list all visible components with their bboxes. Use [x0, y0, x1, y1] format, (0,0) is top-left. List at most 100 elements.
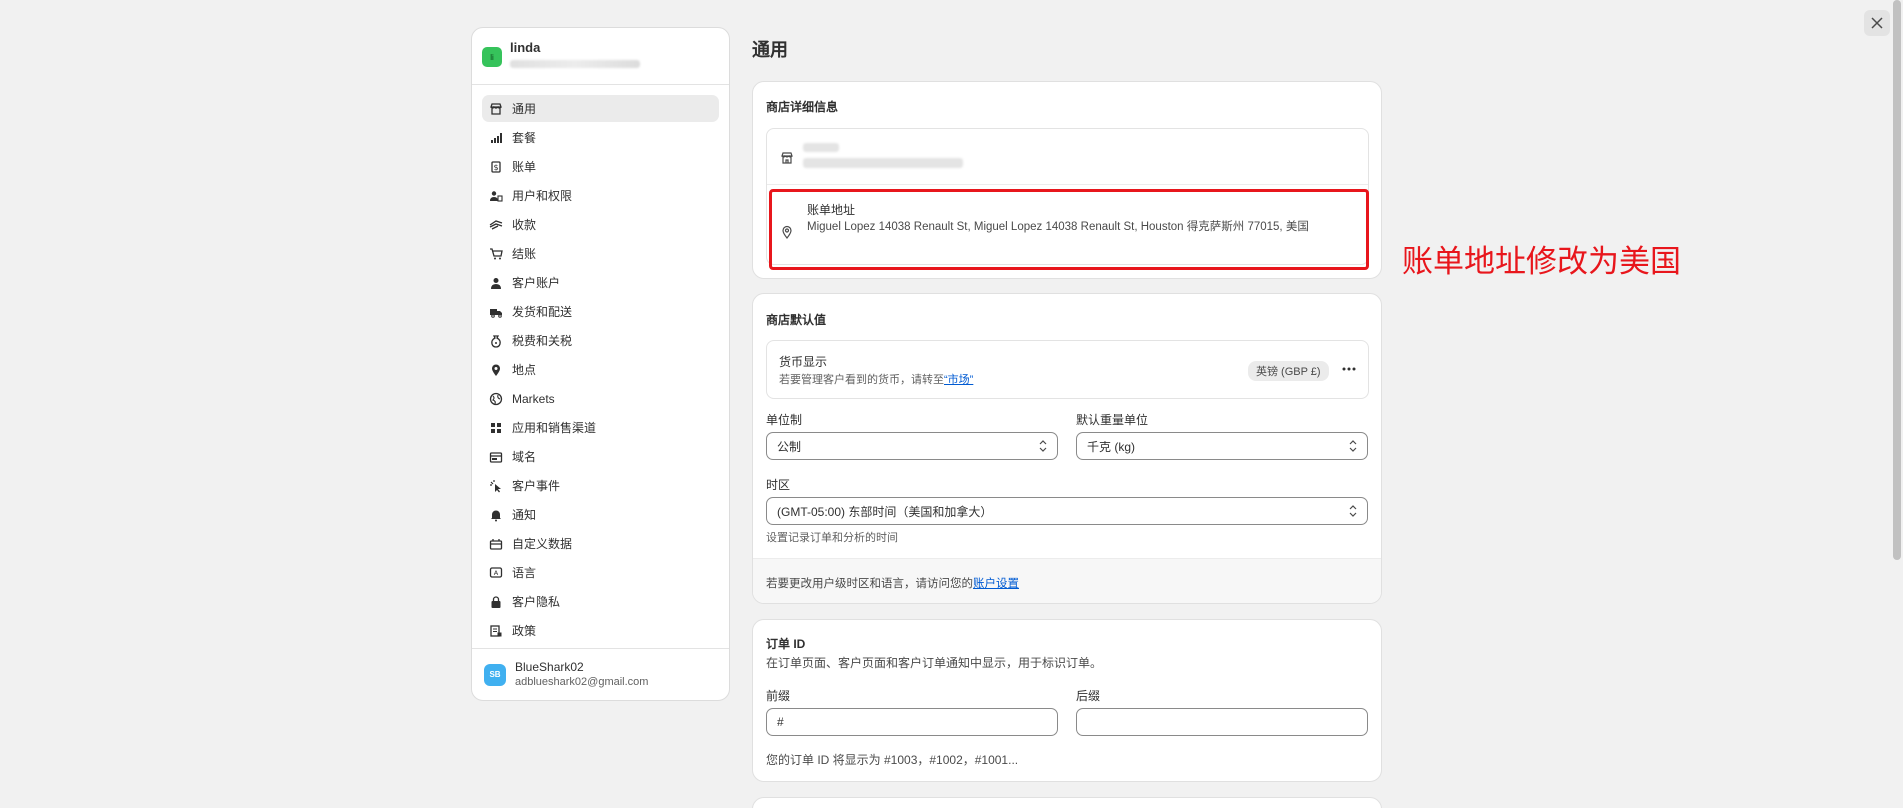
prefix-input[interactable]: # — [766, 708, 1058, 736]
sidebar-item-13[interactable]: 客户事件 — [482, 472, 719, 499]
sidebar-item-7[interactable]: 发货和配送 — [482, 298, 719, 325]
store-contact-redacted — [803, 158, 963, 168]
order-id-title: 订单 ID — [766, 637, 806, 651]
sidebar-item-label: 套餐 — [512, 131, 537, 145]
sidebar-item-14[interactable]: 通知 — [482, 501, 719, 528]
user-avatar: SB — [484, 663, 506, 686]
store-defaults-title: 商店默认值 — [766, 313, 827, 327]
markets-link[interactable]: “市场” — [944, 374, 973, 386]
user-name: BlueShark02 — [515, 660, 584, 674]
account-settings-hint: 若要更改用户级时区和语言，请访问您的账户设置 — [766, 575, 1019, 591]
timezone-value: (GMT-05:00) 东部时间（美国和加拿大） — [777, 504, 993, 519]
globe-icon — [488, 391, 504, 407]
order-id-preview: 您的订单 ID 将显示为 #1003，#1002，#1001... — [766, 753, 1019, 767]
sidebar-item-label: 账单 — [512, 160, 537, 174]
scrollbar[interactable] — [1893, 0, 1901, 560]
currency-display-hint: 若要管理客户看到的货币，请转至“市场” — [779, 371, 973, 387]
annotation-text: 账单地址修改为美国 — [1402, 244, 1681, 280]
cart-icon — [488, 246, 504, 262]
weight-unit-select[interactable]: 千克 (kg) — [1076, 432, 1368, 460]
select-chevron-icon — [1349, 505, 1357, 517]
select-chevron-icon — [1349, 440, 1357, 452]
account-settings-text: 若要更改用户级时区和语言，请访问您的 — [766, 578, 973, 590]
more-horizontal-icon — [1342, 367, 1356, 371]
sidebar-item-10[interactable]: Markets — [482, 385, 719, 412]
sidebar-item-12[interactable]: 域名 — [482, 443, 719, 470]
lock-icon — [488, 594, 504, 610]
timezone-hint: 设置记录订单和分析的时间 — [766, 532, 898, 544]
payments-icon — [488, 217, 504, 233]
user-email: adblueshark02@gmail.com — [515, 676, 649, 688]
sidebar-item-label: 结账 — [512, 247, 537, 261]
sidebar-item-label: 通用 — [512, 102, 537, 116]
currency-display-box: 货币显示 若要管理客户看到的货币，请转至“市场” 英镑 (GBP £) — [766, 340, 1369, 399]
close-icon — [1871, 17, 1883, 29]
sidebar-item-label: Markets — [512, 391, 555, 406]
currency-badge: 英镑 (GBP £) — [1248, 361, 1329, 381]
unit-system-select[interactable]: 公制 — [766, 432, 1058, 460]
sidebar-item-label: 用户和权限 — [512, 189, 573, 203]
sidebar-item-label: 语言 — [512, 566, 537, 580]
unit-system-label: 单位制 — [766, 413, 803, 427]
sidebar-item-15[interactable]: 自定义数据 — [482, 530, 719, 557]
select-chevron-icon — [1039, 440, 1047, 452]
next-card — [752, 797, 1382, 808]
sidebar-item-label: 税费和关税 — [512, 334, 573, 348]
sidebar-item-6[interactable]: 客户账户 — [482, 269, 719, 296]
sidebar-item-label: 客户隐私 — [512, 595, 561, 609]
language-icon: A — [488, 565, 504, 581]
person-icon — [488, 275, 504, 291]
store-defaults-footer: 若要更改用户级时区和语言，请访问您的账户设置 — [753, 558, 1381, 603]
sidebar-item-2[interactable]: $ 账单 — [482, 153, 719, 180]
sidebar-item-11[interactable]: 应用和销售渠道 — [482, 414, 719, 441]
more-actions-button[interactable] — [1339, 359, 1359, 379]
user-profile[interactable]: SB BlueShark02 adblueshark02@gmail.com — [472, 648, 729, 700]
cursor-icon — [488, 478, 504, 494]
domain-icon — [488, 449, 504, 465]
sidebar-item-label: 政策 — [512, 624, 537, 638]
store-defaults-card: 商店默认值 货币显示 若要管理客户看到的货币，请转至“市场” 英镑 (GBP £… — [752, 293, 1382, 604]
sidebar-item-0[interactable]: 通用 — [482, 95, 719, 122]
sidebar-item-label: 客户事件 — [512, 479, 561, 493]
currency-display-label: 货币显示 — [779, 355, 828, 369]
sidebar-item-9[interactable]: 地点 — [482, 356, 719, 383]
store-avatar: li — [482, 47, 502, 67]
highlight-box — [769, 189, 1369, 270]
policy-icon — [488, 623, 504, 639]
prefix-label: 前缀 — [766, 689, 791, 703]
suffix-input[interactable] — [1076, 708, 1368, 736]
sidebar-item-17[interactable]: 客户隐私 — [482, 588, 719, 615]
sidebar-item-18[interactable]: 政策 — [482, 617, 719, 644]
account-settings-link[interactable]: 账户设置 — [973, 578, 1019, 590]
sidebar-item-8[interactable]: 税费和关税 — [482, 327, 719, 354]
settings-sidebar: li linda 通用套餐 $ 账单用户和权限收款结账客户账户发货和配送税费和关税地… — [471, 27, 730, 701]
timezone-select[interactable]: (GMT-05:00) 东部时间（美国和加拿大） — [766, 497, 1368, 525]
plan-icon — [488, 130, 504, 146]
store-name-redacted — [803, 143, 839, 152]
location-icon — [488, 362, 504, 378]
store-switcher[interactable]: li linda — [472, 28, 729, 85]
sidebar-item-label: 通知 — [512, 508, 537, 522]
currency-hint-text: 若要管理客户看到的货币，请转至 — [779, 374, 944, 386]
sidebar-item-4[interactable]: 收款 — [482, 211, 719, 238]
sidebar-item-label: 应用和销售渠道 — [512, 421, 597, 435]
bell-icon — [488, 507, 504, 523]
sidebar-item-label: 域名 — [512, 450, 537, 464]
sidebar-item-3[interactable]: 用户和权限 — [482, 182, 719, 209]
page-title: 通用 — [752, 40, 788, 60]
order-id-card: 订单 ID 在订单页面、客户页面和客户订单通知中显示，用于标识订单。 前缀 # … — [752, 619, 1382, 782]
svg-text:A: A — [494, 569, 499, 577]
timezone-label: 时区 — [766, 478, 791, 492]
data-icon — [488, 536, 504, 552]
svg-text:$: $ — [493, 163, 498, 172]
sidebar-item-5[interactable]: 结账 — [482, 240, 719, 267]
apps-icon — [488, 420, 504, 436]
close-button[interactable] — [1864, 10, 1890, 36]
sidebar-item-label: 自定义数据 — [512, 537, 573, 551]
sidebar-item-1[interactable]: 套餐 — [482, 124, 719, 151]
store-url-redacted — [510, 60, 640, 68]
order-id-description: 在订单页面、客户页面和客户订单通知中显示，用于标识订单。 — [766, 656, 1103, 670]
sidebar-item-label: 发货和配送 — [512, 305, 573, 319]
weight-unit-value: 千克 (kg) — [1087, 439, 1136, 454]
sidebar-item-16[interactable]: A 语言 — [482, 559, 719, 586]
